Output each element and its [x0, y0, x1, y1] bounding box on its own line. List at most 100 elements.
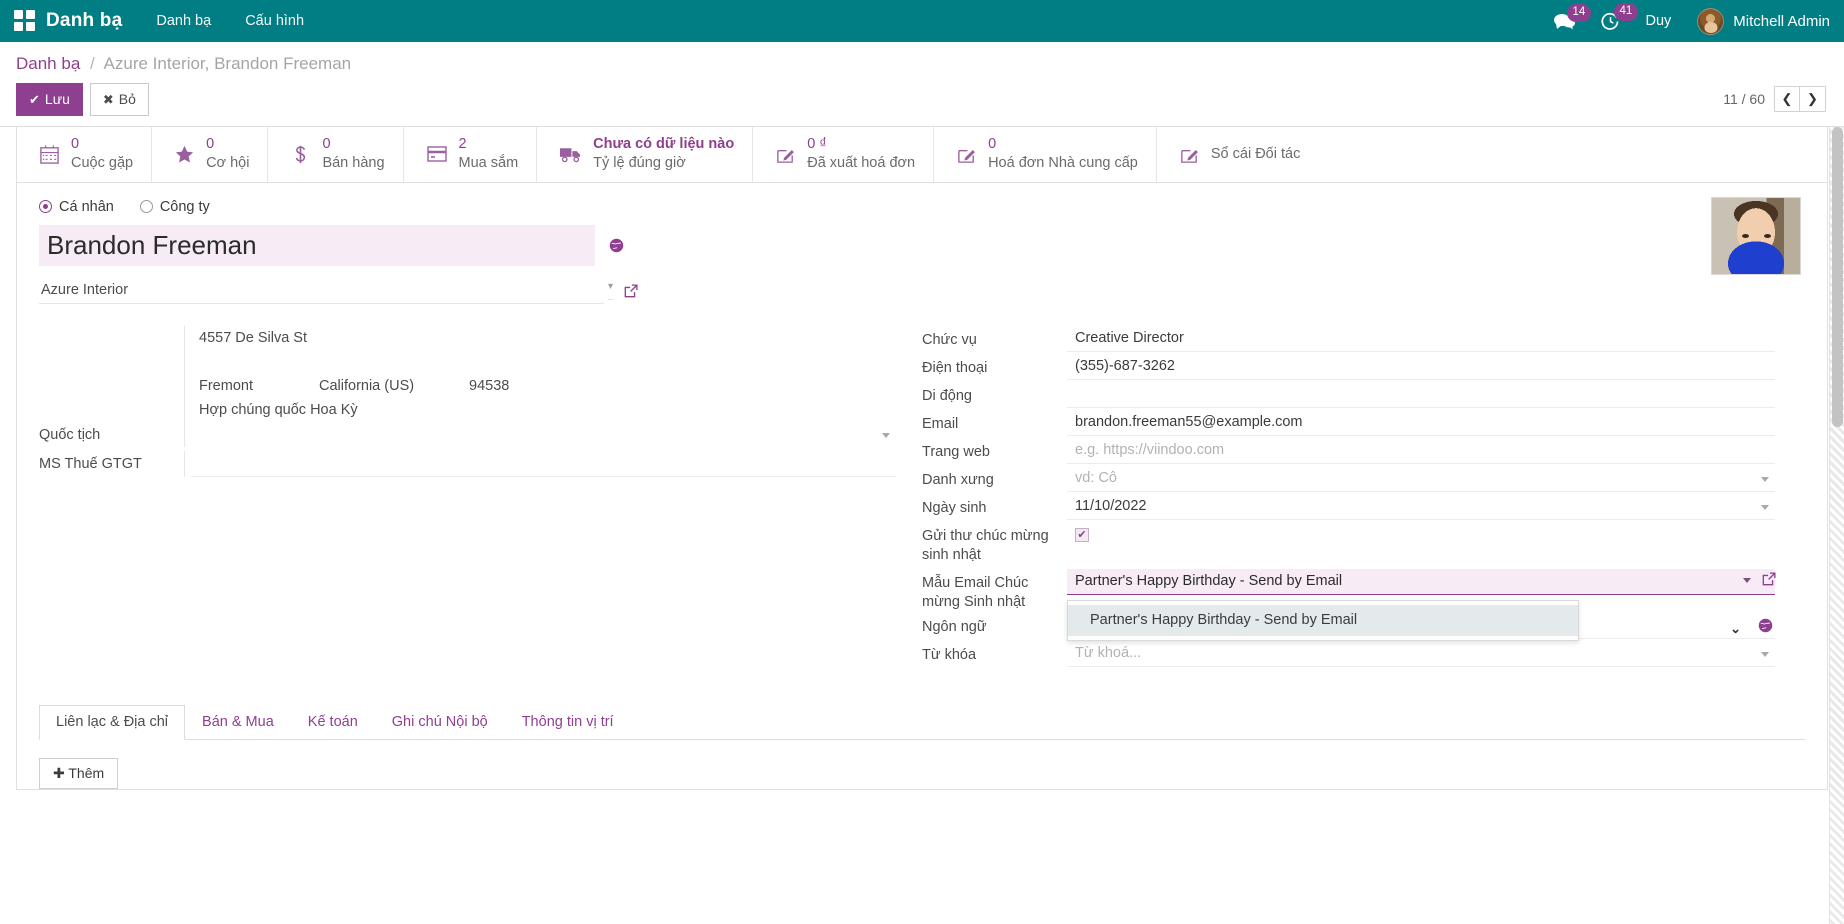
- field-row-website: Trang web: [922, 438, 1775, 465]
- navbar-right-group: 14 41 Duy Mitchell Admin: [1554, 8, 1831, 35]
- app-brand-title[interactable]: Danh bạ: [46, 10, 122, 32]
- field-row-phone: Điện thoại: [922, 354, 1775, 381]
- email-input[interactable]: [1067, 410, 1775, 436]
- address-state-input[interactable]: [313, 374, 463, 398]
- tab-partner-assignment[interactable]: Thông tin vị trí: [505, 705, 631, 740]
- stat-button-sales[interactable]: 0 Bán hàng: [268, 127, 403, 182]
- company-switcher[interactable]: Duy: [1646, 13, 1672, 29]
- stat-button-vendor-bills[interactable]: 0 Hoá đơn Nhà cung cấp: [934, 127, 1157, 182]
- nav-menu-configuration[interactable]: Cấu hình: [245, 13, 304, 29]
- address-city-input[interactable]: [193, 374, 313, 398]
- card-icon: [426, 144, 448, 164]
- tab-contacts-addresses[interactable]: Liên lạc & Địa chỉ: [39, 705, 185, 740]
- dropdown-option[interactable]: Partner's Happy Birthday - Send by Email: [1068, 605, 1578, 636]
- field-value-mobile: [1067, 382, 1775, 408]
- vertical-scrollbar-track[interactable]: [1829, 127, 1844, 924]
- stat-value: 0: [71, 136, 133, 154]
- stat-label: Hoá đơn Nhà cung cấp: [988, 155, 1138, 171]
- radio-individual[interactable]: Cá nhân: [39, 199, 114, 215]
- tags-input[interactable]: [1067, 641, 1775, 667]
- stat-button-on-time-rate[interactable]: Chưa có dữ liệu nào Tỷ lệ đúng giờ: [537, 127, 753, 182]
- field-label-birthday: Ngày sinh: [922, 494, 1067, 518]
- pager-count: 11 / 60: [1723, 91, 1765, 107]
- birthday-template-dropdown[interactable]: Partner's Happy Birthday - Send by Email: [1067, 600, 1579, 641]
- nav-menu-contacts[interactable]: Danh bạ: [156, 13, 211, 29]
- radio-dot-icon: [140, 200, 153, 213]
- field-value-title: [1067, 466, 1775, 492]
- field-columns: Quốc tịch MS Thuế GTGT: [39, 326, 1805, 669]
- control-panel: Danh bạ / Azure Interior, Brandon Freema…: [0, 42, 1844, 127]
- vat-input[interactable]: [191, 451, 896, 477]
- birthday-template-input[interactable]: [1067, 569, 1775, 595]
- radio-dot-icon: [39, 200, 52, 213]
- truck-icon: [559, 144, 582, 164]
- add-contact-button[interactable]: ✚ Thêm: [39, 758, 118, 789]
- calendar-icon: [39, 144, 60, 165]
- mobile-input[interactable]: [1067, 382, 1775, 408]
- tab-accounting[interactable]: Kế toán: [291, 705, 375, 740]
- address-block: [184, 326, 896, 422]
- stat-button-text: 0 Bán hàng: [322, 136, 384, 172]
- caret-down-icon[interactable]: ▾: [608, 281, 613, 300]
- save-button[interactable]: ✔Lưu: [16, 83, 83, 116]
- stat-button-meetings[interactable]: 0 Cuộc gặp: [17, 127, 152, 182]
- send-birthday-mail-checkbox[interactable]: ✔: [1075, 528, 1089, 542]
- field-row-vat: MS Thuế GTGT: [39, 451, 896, 477]
- phone-input[interactable]: [1067, 354, 1775, 380]
- field-label-job-position: Chức vụ: [922, 326, 1067, 350]
- stat-button-partner-ledger[interactable]: Sổ cái Đối tác: [1157, 127, 1318, 182]
- address-country-input[interactable]: [193, 398, 896, 422]
- partner-name-input[interactable]: [39, 225, 595, 266]
- job-position-input[interactable]: [1067, 326, 1775, 352]
- messages-icon[interactable]: 14: [1554, 13, 1575, 30]
- notebook-pane-contacts-addresses: ✚ Thêm: [39, 740, 1805, 789]
- plus-icon: ✚: [53, 765, 65, 781]
- apps-grid-icon[interactable]: [14, 10, 36, 32]
- chevron-right-icon[interactable]: ❯: [1800, 86, 1826, 112]
- birthday-input[interactable]: [1067, 494, 1775, 520]
- address-street-input[interactable]: [193, 326, 896, 350]
- field-value-tags: [1067, 641, 1775, 667]
- title-input[interactable]: [1067, 466, 1775, 492]
- details-column: Chức vụ Điện thoại Di động: [922, 326, 1805, 669]
- chevron-left-icon[interactable]: ❮: [1774, 86, 1800, 112]
- radio-company-label: Công ty: [160, 199, 210, 215]
- stat-button-invoiced[interactable]: 0 ₫ Đã xuất hoá đơn: [753, 127, 934, 182]
- address-zip-input[interactable]: [463, 374, 573, 398]
- stat-value: 0: [206, 136, 249, 154]
- globe-icon[interactable]: [609, 238, 624, 253]
- add-contact-label: Thêm: [68, 765, 104, 781]
- field-label-phone: Điện thoại: [922, 354, 1067, 378]
- stat-label: Cuộc gặp: [71, 155, 133, 171]
- tab-sales-purchase[interactable]: Bán & Mua: [185, 705, 291, 740]
- discard-button[interactable]: ✖Bỏ: [90, 83, 149, 116]
- user-menu[interactable]: Mitchell Admin: [1697, 8, 1830, 35]
- tab-internal-notes[interactable]: Ghi chú Nội bộ: [375, 705, 505, 740]
- notebook: Liên lạc & Địa chỉ Bán & Mua Kế toán Ghi…: [17, 705, 1827, 789]
- parent-company-input[interactable]: [39, 278, 604, 304]
- pencil-square-icon: [1179, 144, 1200, 165]
- chevron-down-icon[interactable]: ⌄: [1730, 621, 1741, 637]
- radio-company[interactable]: Công ty: [140, 199, 210, 215]
- field-label-birthday-template: Mẫu Email Chúc mừng Sinh nhật: [922, 569, 1067, 612]
- form-sheet-wrapper: 0 Cuộc gặp 0 Cơ hội: [0, 127, 1844, 924]
- field-row-mobile: Di động: [922, 382, 1775, 409]
- field-value-vat: [184, 451, 896, 477]
- nationality-input[interactable]: [191, 422, 896, 447]
- field-value-nationality: [184, 422, 896, 447]
- field-row-birthday-template: Mẫu Email Chúc mừng Sinh nhật: [922, 569, 1775, 612]
- vertical-scrollbar-thumb[interactable]: [1832, 127, 1843, 427]
- caret-down-icon[interactable]: [1743, 578, 1751, 583]
- breadcrumb-root[interactable]: Danh bạ: [16, 54, 80, 73]
- globe-icon[interactable]: [1758, 618, 1773, 633]
- address-street2-input[interactable]: [193, 350, 896, 374]
- stat-button-opportunities[interactable]: 0 Cơ hội: [152, 127, 268, 182]
- external-link-icon[interactable]: [619, 283, 639, 299]
- website-input[interactable]: [1067, 438, 1775, 464]
- stat-button-purchases[interactable]: 2 Mua sắm: [404, 127, 538, 182]
- external-link-icon[interactable]: [1761, 571, 1777, 587]
- clock-activity-icon[interactable]: 41: [1601, 12, 1620, 31]
- stat-label: Bán hàng: [322, 155, 384, 171]
- contact-photo[interactable]: [1711, 197, 1801, 275]
- form-sheet: 0 Cuộc gặp 0 Cơ hội: [16, 127, 1828, 790]
